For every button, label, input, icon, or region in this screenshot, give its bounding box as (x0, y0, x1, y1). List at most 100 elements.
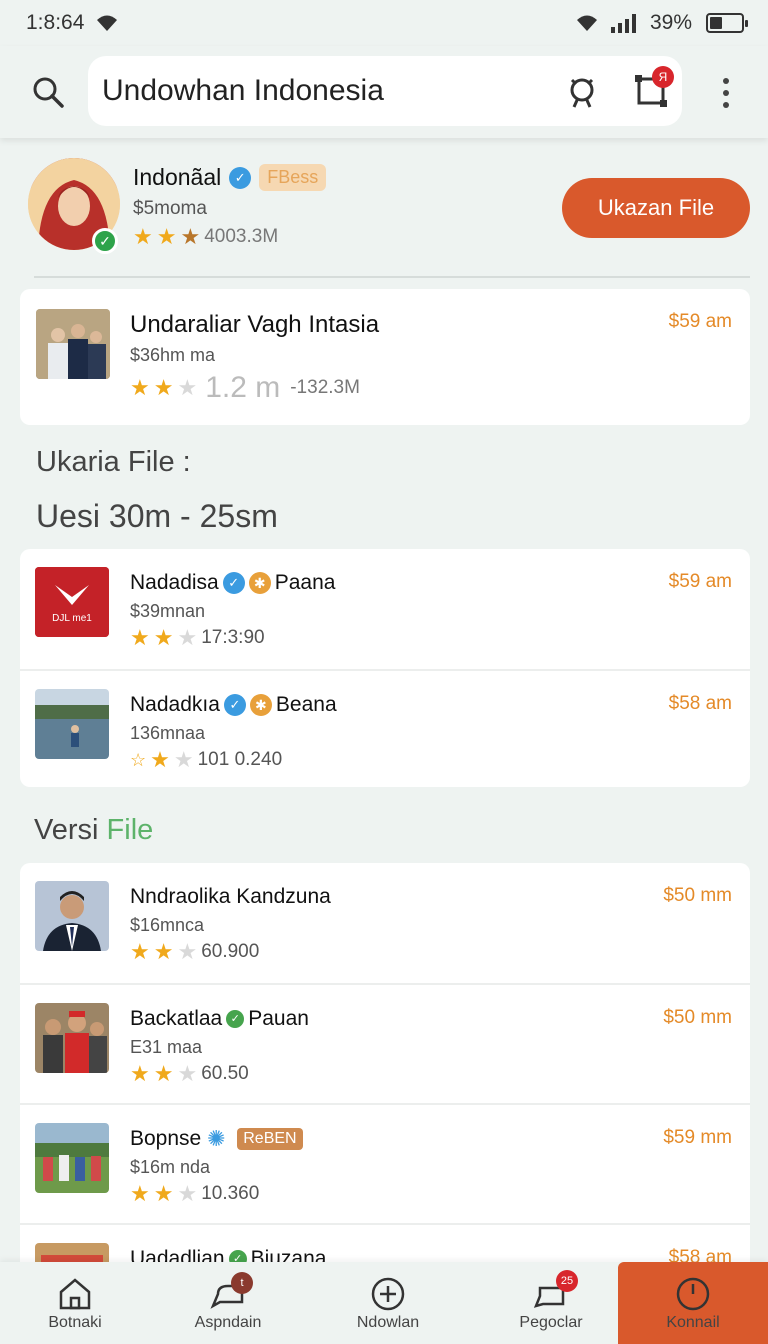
nav-label: Ndowlan (356, 1314, 420, 1331)
nav-item-add[interactable]: Ndowlan (313, 1262, 463, 1344)
featured-price: $59 am (668, 311, 732, 332)
profile-rating-text: 4003.3M (204, 226, 279, 247)
featured-subtitle: $36hm ma (130, 345, 216, 365)
verified-check-icon: ✓ (226, 1010, 245, 1028)
list-item-rating: ★ ★ ★ 10.360 (130, 1183, 259, 1205)
lake-photo (35, 689, 109, 759)
list-item-subtitle: $16mnca (130, 915, 205, 935)
list-item[interactable]: DJL me1 Nadadisa ✓ ✱ Paana $39mnan ★ ★ ★… (20, 549, 750, 667)
half-star-icon: ★ (180, 224, 201, 249)
add-circle-icon (371, 1277, 405, 1311)
list-item-title: Nadadkıa ✓ ✱ Beana (130, 693, 337, 717)
featured-rating: ★ ★ ★ 1.2 m -132.3M (130, 371, 360, 405)
list-item-title-a: Nadadkıa (130, 693, 220, 716)
list-item-subtitle: $16m nda (130, 1157, 211, 1177)
list-item[interactable]: Backatlaa ✓ Pauan E31 maa ★ ★ ★ 60.50 $5… (20, 983, 750, 1101)
list-item-rating-text: 60.900 (201, 941, 260, 962)
bottom-nav: Botnaki t Aspndain Ndowlan 25 Pegoclar K… (0, 1262, 768, 1344)
gold-badge-icon: ✱ (248, 572, 271, 594)
section-title: Versi File (34, 814, 153, 847)
nav-badge: t (231, 1272, 253, 1294)
star-icon: ★ (153, 939, 174, 964)
profile-section: ✓ Indonãal ✓ FBess $5moma ★ ★ ★ 4003.3M … (0, 140, 768, 276)
status-time: 1:8:64 (26, 11, 85, 34)
profile-rating: ★ ★ ★ 4003.3M (133, 226, 278, 248)
list-item-rating-text: 60.50 (201, 1063, 249, 1084)
list-item-price: $59 am (668, 571, 732, 592)
nav-label: Botnaki (48, 1314, 102, 1331)
star-icon: ★ (177, 625, 198, 650)
star-icon: ★ (133, 224, 153, 249)
featured-thumbnail (36, 309, 110, 379)
online-check-icon: ✓ (92, 228, 118, 254)
list-item-title-a: Bopnse (130, 1127, 202, 1150)
list-item-rating-text: 101 0.240 (197, 749, 283, 770)
list-item-rating: ★ ★ ★ 60.900 (130, 941, 259, 963)
signal-icon (610, 14, 636, 33)
list-item[interactable]: Bopnse ✺ ReBEN $16m nda ★ ★ ★ 10.360 $59… (20, 1103, 750, 1221)
star-icon: ★ (153, 1061, 174, 1086)
star-icon: ★ (153, 375, 174, 400)
list-item-title: Bopnse ✺ ReBEN (130, 1127, 303, 1151)
star-icon: ★ (177, 1181, 198, 1206)
nav-item-notifications[interactable]: 25 Pegoclar (476, 1262, 626, 1344)
star-icon: ★ (177, 939, 198, 964)
nav-item-home[interactable]: Botnaki (0, 1262, 150, 1344)
list-item-rating-text: 10.360 (201, 1183, 260, 1204)
search-input[interactable] (102, 74, 542, 108)
visual-search-icon[interactable] (564, 74, 600, 110)
nav-item-account[interactable]: Konnail (618, 1262, 768, 1344)
portrait-thumbnail (35, 881, 109, 951)
list-item-tag: ReBEN (237, 1128, 303, 1150)
ukazan-file-button[interactable]: Ukazan File (562, 178, 750, 238)
group-photo-thumbnail (35, 1003, 109, 1073)
list-item-subtitle: E31 maa (130, 1037, 203, 1057)
list-item-price: $59 mm (663, 1127, 732, 1148)
divider (34, 276, 750, 278)
lake-thumbnail (35, 689, 109, 759)
list-item-price: $50 mm (663, 885, 732, 906)
section-title: Ukaria File : (36, 446, 191, 478)
verified-icon: ✓ (223, 694, 246, 716)
featured-big-value: 1.2 m (205, 371, 281, 404)
list-item-rating: ★ ★ ★ 17:3:90 (130, 627, 265, 649)
list-item[interactable]: Nadadkıa ✓ ✱ Beana 136mnaa ☆ ★ ★ 101 0.2… (20, 669, 750, 787)
star-icon: ☆ (130, 750, 147, 770)
brand-logo-text: DJL me1 (52, 613, 92, 624)
list-item-title: Nndraolika Kandzuna (130, 885, 331, 908)
star-icon: ★ (156, 224, 177, 249)
verified-icon: ✓ (222, 572, 245, 594)
star-icon: ★ (130, 1181, 150, 1206)
battery-icon (706, 13, 748, 33)
profile-tag: FBess (259, 164, 327, 191)
list-item-subtitle: 136mnaa (130, 723, 206, 743)
gold-badge-icon: ✱ (249, 694, 272, 716)
nav-label: Pegoclar (519, 1314, 583, 1331)
star-icon: ★ (130, 1061, 150, 1086)
section-range: Uesi 30m - 25sm (36, 498, 278, 534)
crowd-photo-thumbnail (35, 1123, 109, 1193)
list-item-title-a: Backatlaa (130, 1007, 223, 1030)
list-item-title: Backatlaa ✓ Pauan (130, 1007, 309, 1031)
section-title-main: Versi (34, 814, 99, 846)
star-icon: ★ (150, 747, 170, 772)
nav-item-messages[interactable]: t Aspndain (153, 1262, 303, 1344)
search-icon[interactable] (30, 74, 66, 110)
list-item-subtitle: $39mnan (130, 601, 206, 621)
more-options-icon[interactable] (716, 78, 736, 108)
star-icon: ★ (177, 1061, 198, 1086)
battery-fill (710, 17, 722, 29)
list-item-title: Nadadisa ✓ ✱ Paana (130, 571, 335, 595)
list-item-rating: ★ ★ ★ 60.50 (130, 1063, 249, 1085)
profile-name-row: Indonãal ✓ FBess (133, 164, 327, 191)
gauge-icon (676, 1277, 710, 1311)
notification-badge: Я (652, 66, 674, 88)
star-icon: ★ (173, 747, 194, 772)
star-icon: ★ (130, 625, 150, 650)
brand-logo: DJL me1 (35, 567, 109, 637)
list-item[interactable]: Nndraolika Kandzuna $16mnca ★ ★ ★ 60.900… (20, 863, 750, 981)
list-item-title-b: Paana (274, 571, 336, 594)
list-item-title-b: Pauan (248, 1007, 309, 1030)
featured-card[interactable]: Undaraliar Vagh Intasia $36hm ma ★ ★ ★ 1… (20, 289, 750, 425)
wifi-icon (576, 15, 597, 31)
